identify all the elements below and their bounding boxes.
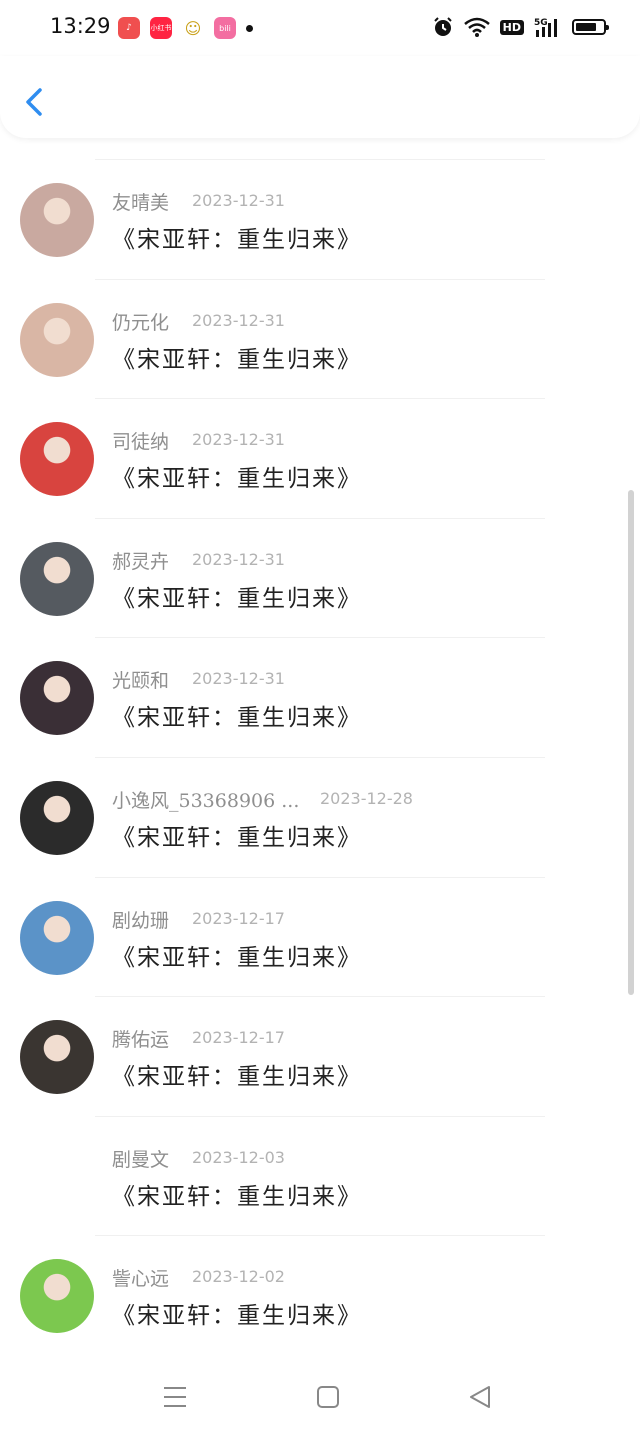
avatar[interactable] [20, 541, 94, 616]
comment-date: 2023-12-02 [192, 1267, 285, 1287]
book-title[interactable]: 《宋亚轩：重生归来》 [112, 1296, 362, 1330]
comment-date: 2023-12-31 [192, 191, 285, 210]
comment-item[interactable]: 友晴美 2023-12-31 《宋亚轩：重生归来》 [0, 140, 640, 260]
avatar[interactable] [20, 900, 94, 975]
book-title[interactable]: 《宋亚轩：重生归来》 [112, 579, 362, 613]
scrollbar[interactable] [628, 490, 634, 995]
avatar[interactable] [20, 1020, 94, 1095]
comment-item[interactable]: 郝灵卉 2023-12-31 《宋亚轩：重生归来》 [0, 499, 640, 619]
list-divider [95, 1115, 545, 1117]
comment-date: 2023-12-31 [192, 430, 285, 450]
user-name[interactable]: 光颐和 [112, 666, 169, 693]
more-notifications-dot [246, 24, 253, 32]
comment-list: 友晴美 2023-12-31 《宋亚轩：重生归来》 仍元化 2023-12-31 《宋亚轩… [0, 140, 640, 1336]
hd-badge: HD [499, 19, 524, 35]
notification-app-icons: ♪ 小红书 ☺ bili [118, 17, 253, 39]
user-name[interactable]: 司徒纳 [112, 427, 169, 454]
comment-date: 2023-12-28 [320, 788, 413, 808]
list-divider [95, 996, 545, 998]
avatar[interactable] [20, 1259, 94, 1334]
signal-5g-icon: 5G [534, 18, 557, 37]
status-bar: 13:29 ♪ 小红书 ☺ bili HD 5G [0, 0, 640, 56]
avatar[interactable] [20, 302, 94, 377]
user-name[interactable]: 郝灵卉 [112, 547, 169, 574]
user-name[interactable]: 剧幼珊 [112, 906, 169, 933]
list-divider [95, 1235, 545, 1237]
comment-date: 2023-12-17 [192, 908, 285, 928]
user-name[interactable]: 友晴美 [112, 188, 169, 215]
app-header [0, 56, 640, 138]
user-name[interactable]: 小逸风_53368906 ... [112, 786, 299, 813]
home-button[interactable] [308, 1380, 348, 1414]
list-divider [95, 637, 545, 639]
system-icons: HD 5G [432, 16, 609, 38]
cartoon-app-icon: ☺ [182, 17, 204, 39]
avatar[interactable] [20, 1139, 94, 1214]
comment-date: 2023-12-31 [192, 549, 285, 569]
book-title[interactable]: 《宋亚轩：重生归来》 [112, 340, 362, 374]
user-name[interactable]: 剧曼文 [112, 1145, 169, 1172]
comment-date: 2023-12-31 [192, 669, 285, 689]
home-square-icon [317, 1386, 339, 1408]
bilibili-icon: bili [214, 17, 236, 39]
comment-item[interactable]: 腾佑运 2023-12-17 《宋亚轩：重生归来》 [0, 977, 640, 1097]
wifi-icon [463, 17, 490, 37]
comment-date: 2023-12-03 [192, 1147, 285, 1167]
user-name[interactable]: 腾佑运 [112, 1025, 169, 1052]
avatar[interactable] [20, 780, 94, 855]
list-divider [95, 517, 545, 519]
comment-item[interactable]: 仍元化 2023-12-31 《宋亚轩：重生归来》 [0, 260, 640, 380]
book-title[interactable]: 《宋亚轩：重生归来》 [112, 1177, 362, 1211]
comment-item[interactable]: 剧曼文 2023-12-03 《宋亚轩：重生归来》 [0, 1097, 640, 1217]
book-title[interactable]: 《宋亚轩：重生归来》 [112, 1057, 362, 1091]
comment-date: 2023-12-31 [192, 310, 285, 330]
system-navigation-bar [0, 1360, 640, 1433]
comment-item[interactable]: 訾心远 2023-12-02 《宋亚轩：重生归来》 [0, 1216, 640, 1336]
book-title[interactable]: 《宋亚轩：重生归来》 [112, 220, 362, 254]
svg-text:5G: 5G [534, 18, 548, 28]
list-divider [95, 756, 545, 758]
menu-button[interactable] [155, 1380, 195, 1414]
book-title[interactable]: 《宋亚轩：重生归来》 [112, 938, 362, 972]
comment-item[interactable]: 小逸风_53368906 ... 2023-12-28 《宋亚轩：重生归来》 [0, 738, 640, 858]
list-divider [95, 876, 545, 878]
comment-date: 2023-12-17 [192, 1028, 285, 1048]
back-button[interactable] [18, 82, 54, 122]
avatar[interactable] [20, 183, 94, 257]
user-name[interactable]: 仍元化 [112, 308, 169, 335]
list-divider [95, 159, 545, 160]
user-name[interactable]: 訾心远 [112, 1264, 169, 1291]
back-nav-button[interactable] [460, 1380, 500, 1414]
book-title[interactable]: 《宋亚轩：重生归来》 [112, 698, 362, 732]
douyin-icon: ♪ [118, 17, 140, 39]
alarm-icon [433, 17, 452, 36]
comment-item[interactable]: 司徒纳 2023-12-31 《宋亚轩：重生归来》 [0, 379, 640, 499]
xiaohongshu-icon: 小红书 [150, 17, 172, 39]
book-title[interactable]: 《宋亚轩：重生归来》 [112, 818, 362, 852]
list-divider [95, 398, 545, 400]
list-divider [95, 278, 545, 280]
battery-icon [572, 19, 609, 35]
status-time: 13:29 [50, 14, 111, 38]
menu-icon [164, 1387, 186, 1407]
avatar[interactable] [20, 661, 94, 736]
book-title[interactable]: 《宋亚轩：重生归来》 [112, 459, 362, 493]
comment-item[interactable]: 剧幼珊 2023-12-17 《宋亚轩：重生归来》 [0, 858, 640, 978]
comment-item[interactable]: 光颐和 2023-12-31 《宋亚轩：重生归来》 [0, 618, 640, 738]
avatar[interactable] [20, 422, 94, 497]
back-triangle-icon [470, 1386, 490, 1408]
